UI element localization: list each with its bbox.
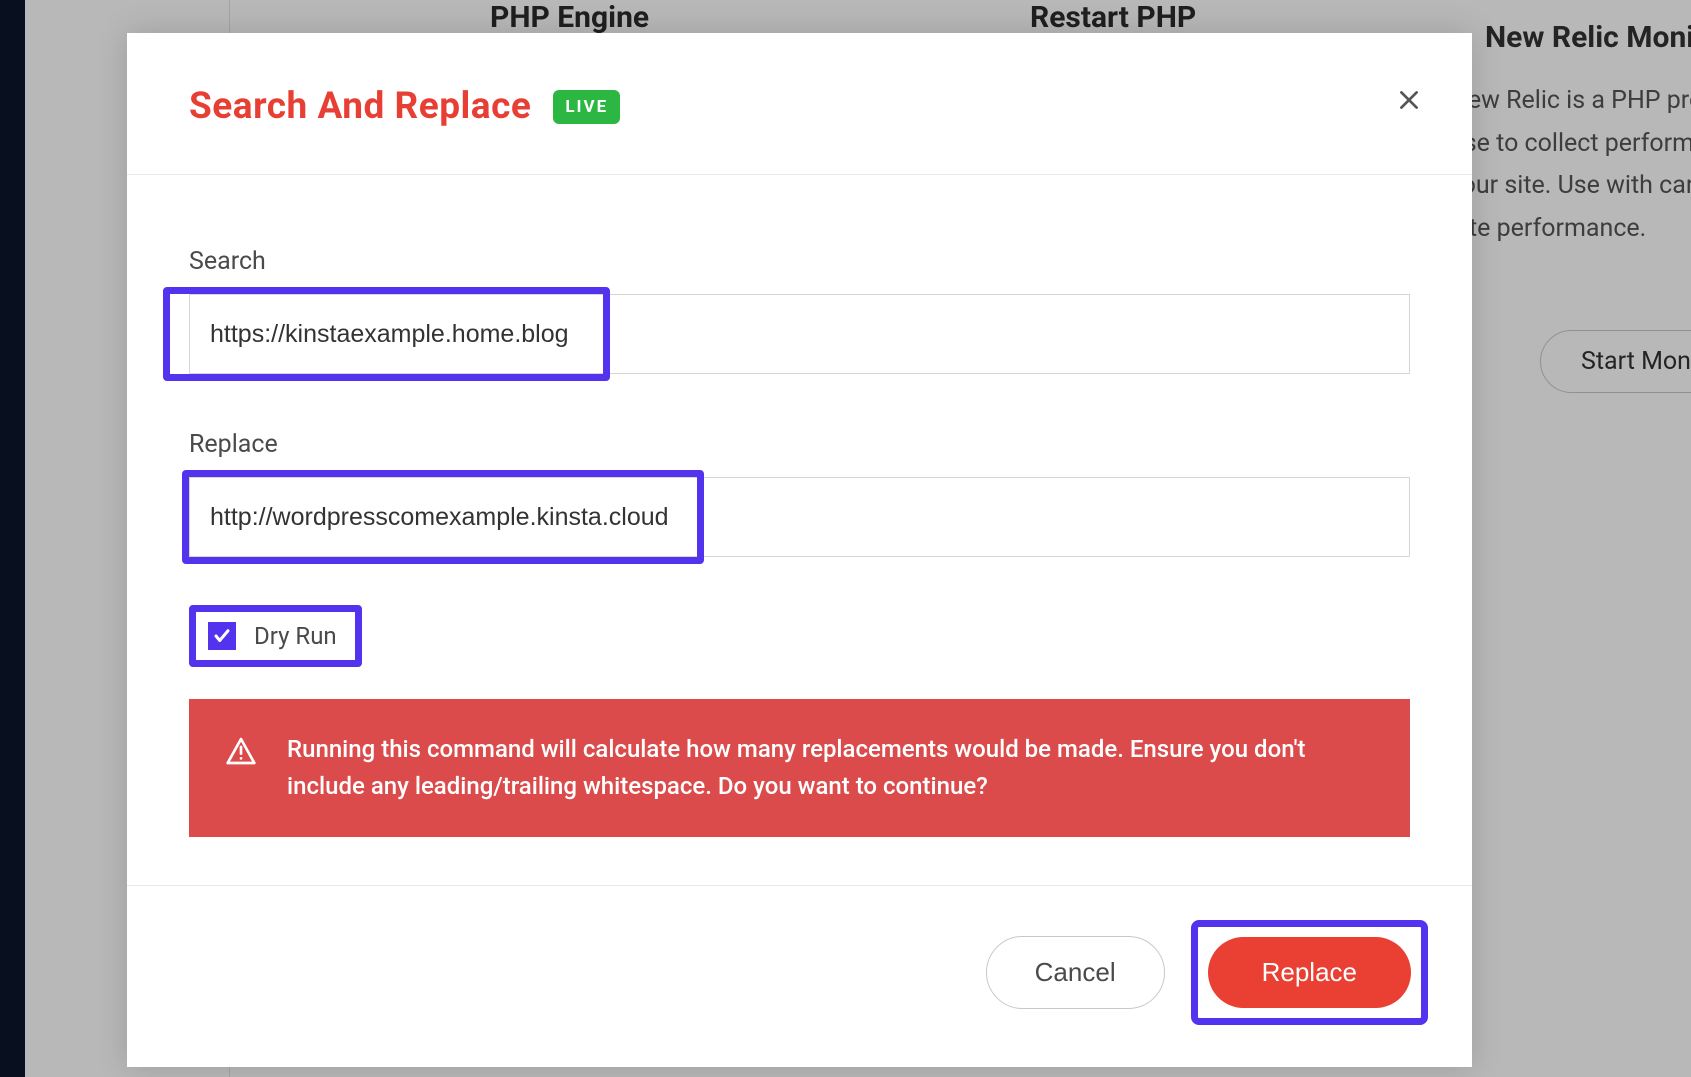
modal-title: Search And Replace (189, 85, 531, 128)
annotation-box: Replace (1191, 920, 1428, 1025)
replace-input[interactable] (189, 477, 1410, 557)
dryrun-label: Dry Run (254, 622, 337, 650)
search-replace-modal: Search And Replace LIVE Search Replace (127, 33, 1472, 1067)
cancel-button[interactable]: Cancel (986, 936, 1165, 1009)
search-field-group: Search (189, 247, 1410, 374)
replace-field-group: Replace (189, 430, 1410, 557)
close-icon[interactable] (1396, 87, 1422, 119)
search-label: Search (189, 247, 1410, 276)
replace-button[interactable]: Replace (1208, 937, 1411, 1008)
modal-body: Search Replace Dry Run (127, 175, 1472, 885)
modal-footer: Cancel Replace (127, 885, 1472, 1067)
dryrun-checkbox[interactable] (208, 622, 236, 650)
replace-label: Replace (189, 430, 1410, 459)
warning-alert: Running this command will calculate how … (189, 699, 1410, 837)
search-input[interactable] (189, 294, 1410, 374)
dryrun-checkbox-group[interactable]: Dry Run (189, 605, 362, 667)
warning-text: Running this command will calculate how … (287, 731, 1374, 805)
warning-icon (225, 735, 257, 771)
live-badge: LIVE (553, 90, 620, 124)
modal-header: Search And Replace LIVE (127, 33, 1472, 175)
